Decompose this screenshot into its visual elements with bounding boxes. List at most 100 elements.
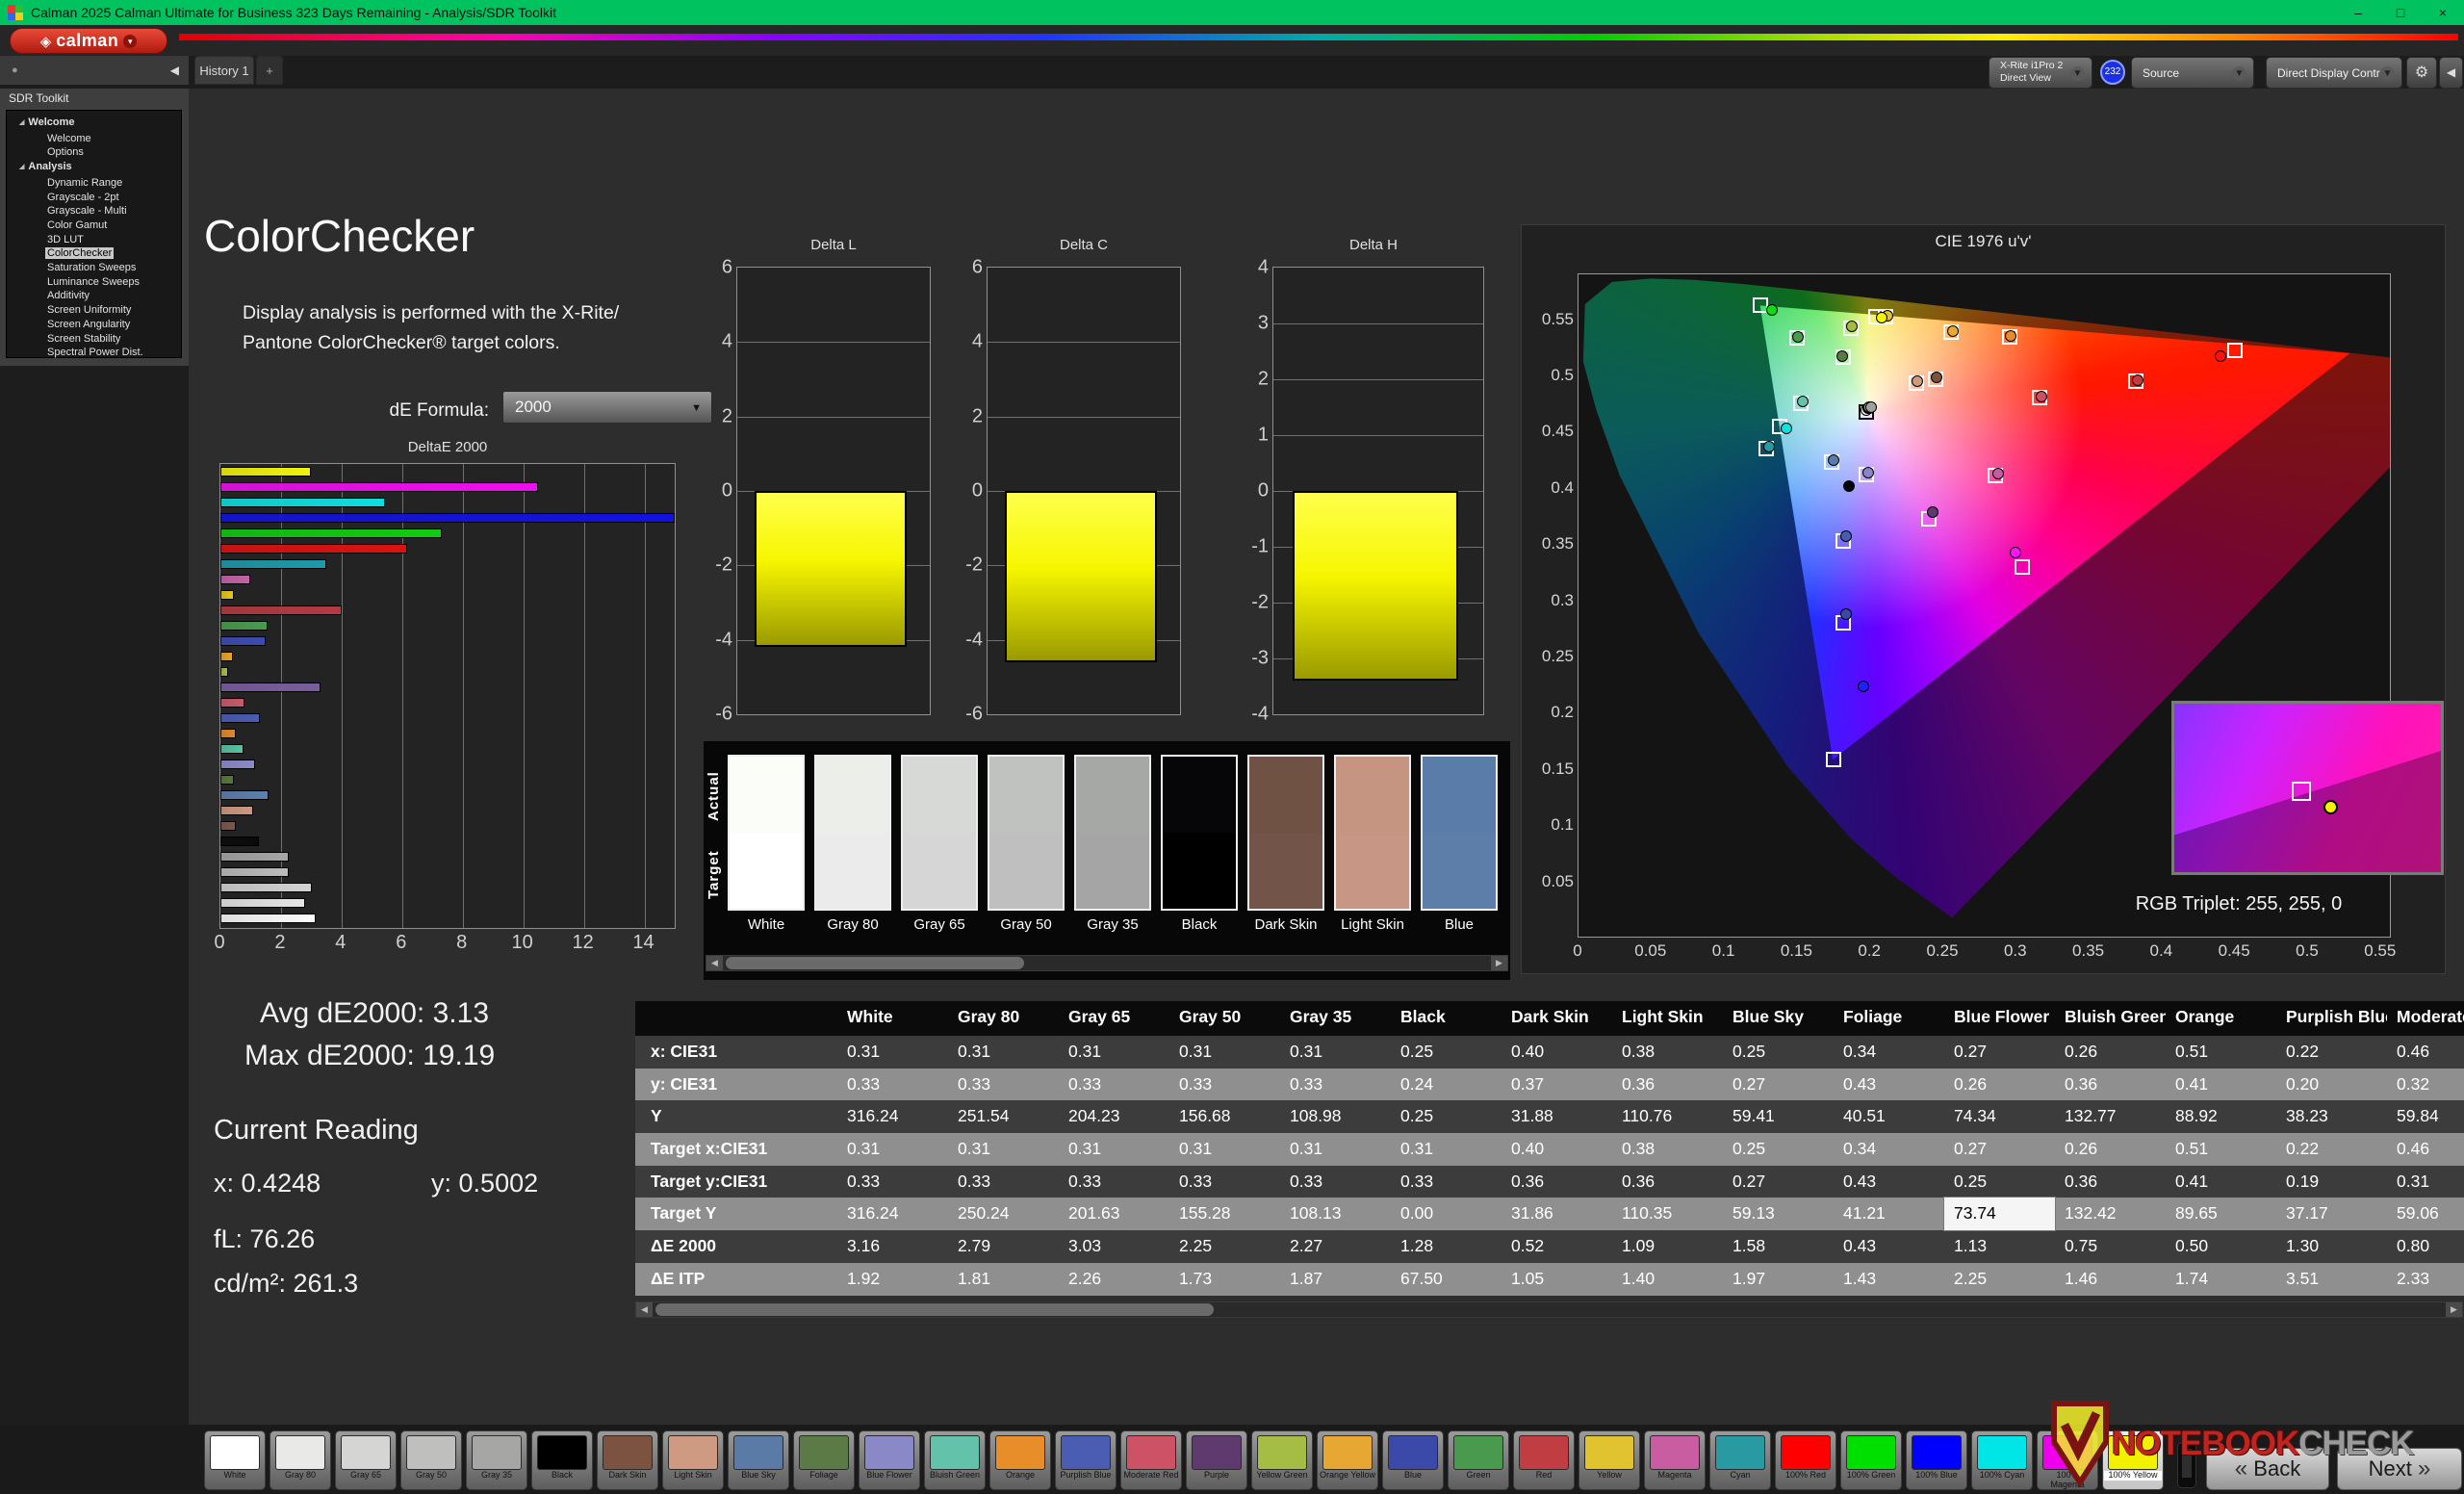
cell-black[interactable]: 67.50 (1391, 1263, 1502, 1296)
cell-orange[interactable]: 0.50 (2166, 1230, 2276, 1263)
sidebar-item-grayscale-2pt[interactable]: Grayscale - 2pt (7, 191, 181, 205)
cell-foliage[interactable]: 1.43 (1834, 1263, 1944, 1296)
sidebar-item-saturation-sweeps[interactable]: Saturation Sweeps (7, 261, 181, 275)
cell-light-skin[interactable]: 1.09 (1612, 1230, 1723, 1263)
palette-blue[interactable]: Blue (1382, 1430, 1444, 1490)
palette-yellow-green[interactable]: Yellow Green (1251, 1430, 1313, 1490)
cell-dark-skin[interactable]: 31.88 (1502, 1100, 1612, 1133)
cell-gray-80[interactable]: 250.24 (948, 1198, 1059, 1230)
cell-foliage[interactable]: 41.21 (1834, 1198, 1944, 1230)
swatch-white[interactable] (728, 755, 805, 911)
palette-100-yellow[interactable]: 100% Yellow (2102, 1430, 2164, 1490)
cell-blue-sky[interactable]: 0.27 (1723, 1166, 1834, 1198)
cell-orange[interactable]: 89.65 (2166, 1198, 2276, 1230)
palette-bluish-green[interactable]: Bluish Green (924, 1430, 986, 1490)
cell-gray-65[interactable]: 0.33 (1059, 1069, 1169, 1101)
palette-cyan[interactable]: Cyan (1709, 1430, 1771, 1490)
cell-gray-50[interactable]: 0.31 (1169, 1036, 1280, 1069)
device-icon[interactable] (2177, 1442, 2196, 1488)
cell-purplish-blue[interactable]: 0.19 (2276, 1166, 2387, 1198)
palette-purplish-blue[interactable]: Purplish Blue (1055, 1430, 1116, 1490)
cell-gray-80[interactable]: 0.33 (948, 1069, 1059, 1101)
cell-black[interactable]: 0.31 (1391, 1133, 1502, 1166)
cell-gray-65[interactable]: 0.31 (1059, 1036, 1169, 1069)
cell-blue-flower[interactable]: 0.27 (1944, 1036, 2055, 1069)
cell-moderate-red[interactable]: 2.33 (2387, 1263, 2464, 1296)
scroll-right-icon[interactable]: ▶ (2446, 1302, 2462, 1317)
palette-light-skin[interactable]: Light Skin (662, 1430, 724, 1490)
cell-bluish-green[interactable]: 0.36 (2055, 1069, 2166, 1101)
sidebar-item-screen-angularity[interactable]: Screen Angularity (7, 318, 181, 332)
cell-gray-80[interactable]: 1.81 (948, 1263, 1059, 1296)
scroll-left-icon[interactable]: ◀ (706, 956, 723, 970)
close-button[interactable]: × (2422, 0, 2464, 25)
palette-100-blue[interactable]: 100% Blue (1906, 1430, 1967, 1490)
tree-expand-icon[interactable]: ◢ (19, 116, 24, 131)
palette-100-red[interactable]: 100% Red (1775, 1430, 1836, 1490)
sidebar-item-color-gamut[interactable]: Color Gamut (7, 219, 181, 233)
cell-white[interactable]: 0.33 (837, 1069, 948, 1101)
cell-blue-sky[interactable]: 1.97 (1723, 1263, 1834, 1296)
swatch-blue[interactable] (1421, 755, 1498, 911)
tree-expand-icon[interactable]: ◢ (19, 161, 24, 175)
cell-moderate-red[interactable]: 0.46 (2387, 1133, 2464, 1166)
cell-blue-flower[interactable]: 1.13 (1944, 1230, 2055, 1263)
cell-blue-flower[interactable]: 73.74 (1944, 1198, 2055, 1230)
sidebar-item-grayscale-multi[interactable]: Grayscale - Multi (7, 204, 181, 219)
palette-blue-flower[interactable]: Blue Flower (859, 1430, 920, 1490)
cell-gray-80[interactable]: 2.79 (948, 1230, 1059, 1263)
cell-moderate-red[interactable]: 59.06 (2387, 1198, 2464, 1230)
swatch-gray-80[interactable] (814, 755, 891, 911)
cell-gray-80[interactable]: 251.54 (948, 1100, 1059, 1133)
palette-100-green[interactable]: 100% Green (1840, 1430, 1902, 1490)
cell-gray-80[interactable]: 0.33 (948, 1166, 1059, 1198)
cell-gray-80[interactable]: 0.31 (948, 1133, 1059, 1166)
toolbar-collapse-button[interactable]: ◀ (2439, 57, 2463, 89)
cell-moderate-red[interactable]: 0.80 (2387, 1230, 2464, 1263)
cell-black[interactable]: 0.25 (1391, 1100, 1502, 1133)
cell-foliage[interactable]: 0.43 (1834, 1166, 1944, 1198)
cell-light-skin[interactable]: 110.35 (1612, 1198, 1723, 1230)
palette-magenta[interactable]: Magenta (1644, 1430, 1706, 1490)
palette-yellow[interactable]: Yellow (1578, 1430, 1640, 1490)
cell-light-skin[interactable]: 0.36 (1612, 1166, 1723, 1198)
cell-white[interactable]: 1.92 (837, 1263, 948, 1296)
cell-foliage[interactable]: 40.51 (1834, 1100, 1944, 1133)
cell-foliage[interactable]: 0.43 (1834, 1069, 1944, 1101)
swatch-black[interactable] (1161, 755, 1238, 911)
cell-blue-flower[interactable]: 0.26 (1944, 1069, 2055, 1101)
cell-moderate-red[interactable]: 0.32 (2387, 1069, 2464, 1101)
cell-blue-flower[interactable]: 74.34 (1944, 1100, 2055, 1133)
tab-history-1[interactable]: History 1 (194, 56, 254, 85)
cell-purplish-blue[interactable]: 37.17 (2276, 1198, 2387, 1230)
sidebar-item-dynamic-range[interactable]: Dynamic Range (7, 176, 181, 191)
cell-black[interactable]: 1.28 (1391, 1230, 1502, 1263)
sidebar-item-screen-stability[interactable]: Screen Stability (7, 332, 181, 347)
cell-gray-65[interactable]: 204.23 (1059, 1100, 1169, 1133)
cell-gray-50[interactable]: 2.25 (1169, 1230, 1280, 1263)
cell-white[interactable]: 316.24 (837, 1100, 948, 1133)
cell-gray-50[interactable]: 0.33 (1169, 1166, 1280, 1198)
sidebar-item-screen-uniformity[interactable]: Screen Uniformity (7, 303, 181, 318)
cell-bluish-green[interactable]: 1.46 (2055, 1263, 2166, 1296)
palette-orange-yellow[interactable]: Orange Yellow (1317, 1430, 1378, 1490)
sidebar-item-options[interactable]: Options (7, 145, 181, 160)
cell-light-skin[interactable]: 110.76 (1612, 1100, 1723, 1133)
next-button[interactable]: Next » (2337, 1448, 2462, 1490)
sidebar-group-analysis[interactable]: ◢Analysis (7, 160, 181, 176)
cell-white[interactable]: 0.31 (837, 1036, 948, 1069)
cell-blue-sky[interactable]: 59.13 (1723, 1198, 1834, 1230)
palette-moderate-red[interactable]: Moderate Red (1120, 1430, 1182, 1490)
cell-blue-sky[interactable]: 59.41 (1723, 1100, 1834, 1133)
de-formula-select[interactable]: 2000 ▼ (502, 391, 712, 424)
cell-dark-skin[interactable]: 0.52 (1502, 1230, 1612, 1263)
cell-gray-65[interactable]: 0.33 (1059, 1166, 1169, 1198)
cell-orange[interactable]: 88.92 (2166, 1100, 2276, 1133)
cell-gray-35[interactable]: 108.98 (1280, 1100, 1391, 1133)
palette-gray-80[interactable]: Gray 80 (270, 1430, 331, 1490)
cell-orange[interactable]: 0.41 (2166, 1166, 2276, 1198)
cell-light-skin[interactable]: 0.38 (1612, 1036, 1723, 1069)
cell-blue-flower[interactable]: 2.25 (1944, 1263, 2055, 1296)
cell-foliage[interactable]: 0.34 (1834, 1036, 1944, 1069)
cell-white[interactable]: 316.24 (837, 1198, 948, 1230)
